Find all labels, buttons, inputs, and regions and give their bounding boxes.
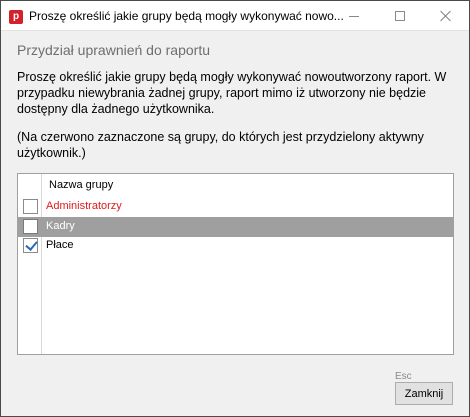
- group-label: Kadry: [46, 220, 75, 232]
- title-bar[interactable]: p Proszę określić jakie grupy będą mogły…: [1, 1, 469, 31]
- close-window-button[interactable]: [423, 1, 469, 31]
- group-checkbox[interactable]: [23, 199, 38, 214]
- group-row-administratorzy[interactable]: Administratorzy: [18, 197, 453, 217]
- maximize-button[interactable]: [377, 1, 423, 31]
- app-logo-icon: p: [9, 10, 23, 24]
- window-title: Proszę określić jakie grupy będą mogły w…: [29, 9, 344, 23]
- column-header-group-name[interactable]: Nazwa grupy: [49, 179, 113, 191]
- dialog-window: p Proszę określić jakie grupy będą mogły…: [0, 0, 470, 417]
- close-button[interactable]: Zamknij: [395, 382, 453, 405]
- group-label: Administratorzy: [46, 200, 122, 212]
- minimize-button[interactable]: [331, 1, 377, 31]
- shortcut-hint: Esc: [395, 371, 412, 382]
- group-checkbox[interactable]: [23, 219, 38, 234]
- note-text: (Na czerwono zaznaczone są grupy, do któ…: [17, 130, 424, 160]
- group-row-kadry[interactable]: Kadry: [18, 217, 453, 237]
- group-row-place[interactable]: Płace: [18, 236, 453, 256]
- grid-header: Nazwa grupy: [18, 174, 453, 196]
- section-heading: Przydział uprawnień do raportu: [17, 42, 210, 58]
- close-icon: [440, 10, 452, 22]
- groups-grid[interactable]: Nazwa grupy Administratorzy Kadry Płace: [17, 173, 454, 355]
- group-label: Płace: [46, 239, 74, 251]
- minimize-icon: [349, 15, 359, 17]
- group-checkbox-checked[interactable]: [23, 238, 38, 253]
- maximize-icon: [395, 11, 405, 21]
- description-text: Proszę określić jakie grupy będą mogły w…: [17, 70, 447, 116]
